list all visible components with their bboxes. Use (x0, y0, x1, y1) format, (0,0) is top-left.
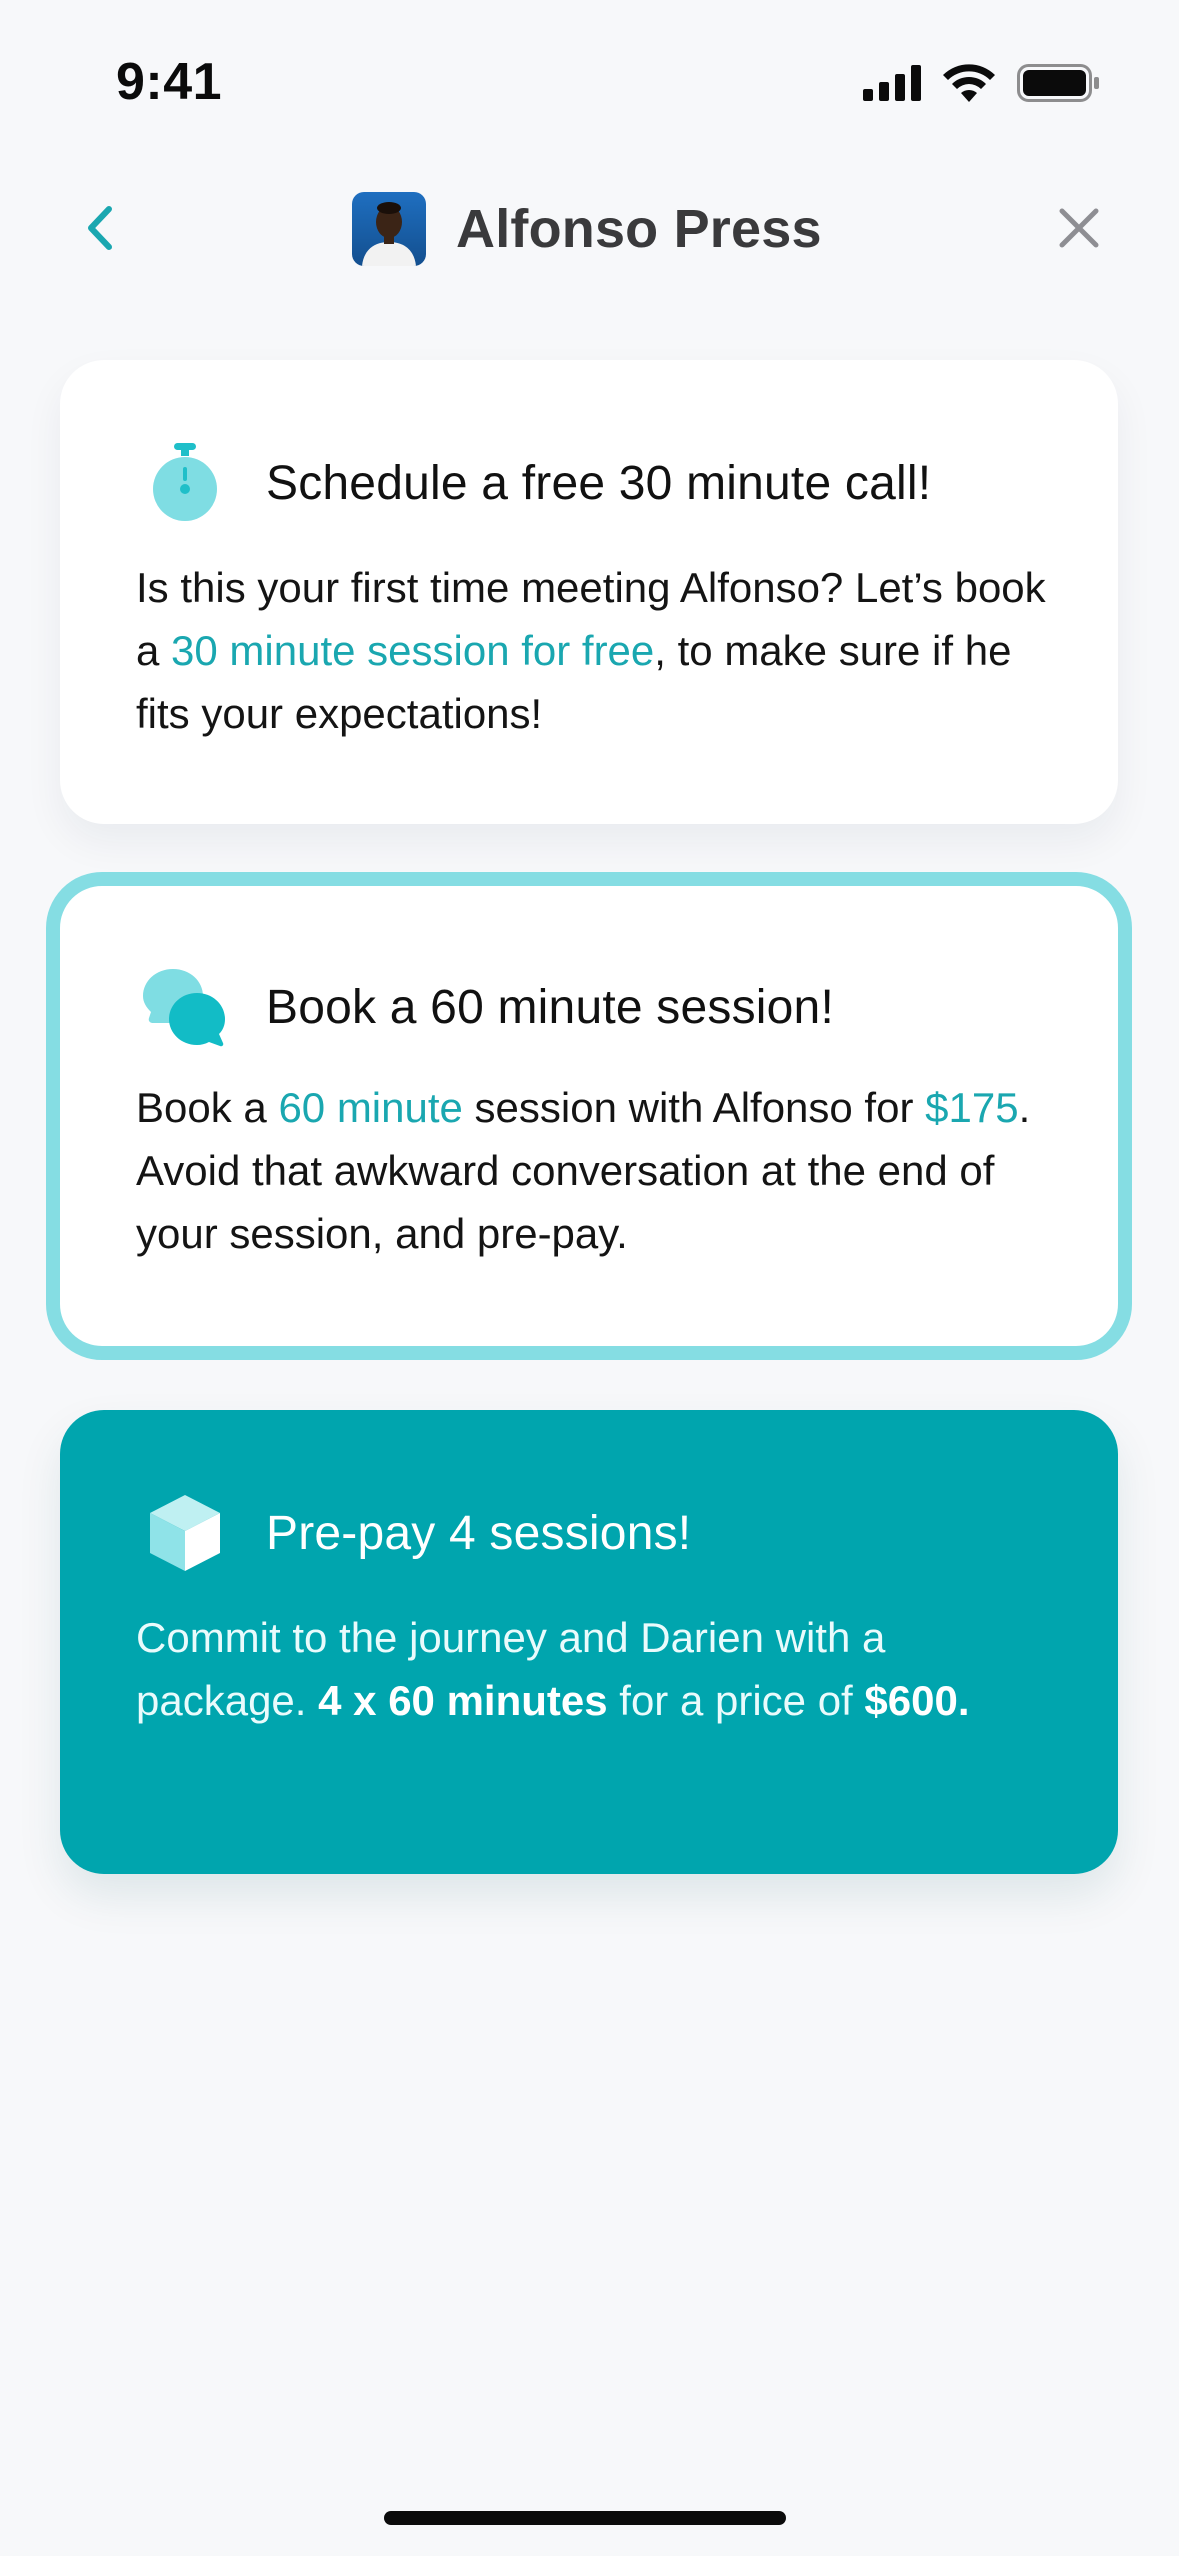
chevron-left-icon (83, 203, 117, 258)
status-icons (863, 64, 1099, 107)
card-header: Schedule a free 30 minute call! (140, 438, 931, 528)
card-header: Book a 60 minute session! (140, 962, 834, 1052)
chat-bubbles-icon (140, 962, 230, 1052)
status-time: 9:41 (116, 53, 223, 111)
close-button[interactable] (1049, 200, 1109, 260)
card-description: Is this your first time meeting Alfonso?… (136, 556, 1048, 745)
card-description: Book a 60 minute session with Alfonso fo… (136, 1076, 1048, 1265)
card-title: Pre-pay 4 sessions! (266, 1506, 692, 1560)
description-text: session with Alfonso for (462, 1084, 926, 1131)
cube-icon (140, 1488, 230, 1578)
battery-icon (1017, 64, 1099, 107)
page-title: Alfonso Press (456, 199, 822, 259)
stopwatch-icon (140, 438, 230, 528)
price-text: $175 (925, 1084, 1019, 1131)
free-call-option-card[interactable]: Schedule a free 30 minute call! Is this … (60, 360, 1118, 824)
description-text: for a price of (607, 1677, 865, 1724)
card-header: Pre-pay 4 sessions! (140, 1488, 691, 1578)
highlight-text: 60 minute (278, 1084, 463, 1131)
status-bar: 9:41 (0, 0, 1179, 150)
home-indicator[interactable] (384, 2511, 786, 2525)
card-title: Schedule a free 30 minute call! (266, 456, 932, 510)
description-text: Book a (136, 1084, 279, 1131)
price-text: $600. (864, 1677, 970, 1724)
close-icon (1058, 207, 1100, 254)
wifi-icon (943, 64, 995, 107)
back-button[interactable] (70, 200, 130, 260)
session-option-card[interactable]: Book a 60 minute session! Book a 60 minu… (46, 872, 1132, 1360)
highlight-text: 30 minute session for free (171, 627, 655, 674)
cellular-signal-icon (863, 65, 921, 106)
package-sessions-text: 4 x 60 minutes (318, 1677, 608, 1724)
package-option-card[interactable]: Pre-pay 4 sessions! Commit to the journe… (60, 1410, 1118, 1874)
card-title: Book a 60 minute session! (266, 980, 834, 1034)
phone-screen: 9:41 Alfonso Press Schedule a free 30 mi… (0, 0, 1179, 2556)
avatar (352, 192, 426, 266)
nav-header: Alfonso Press (0, 170, 1179, 290)
card-description: Commit to the journey and Darien with a … (136, 1606, 1048, 1732)
profile-header: Alfonso Press (352, 192, 822, 266)
